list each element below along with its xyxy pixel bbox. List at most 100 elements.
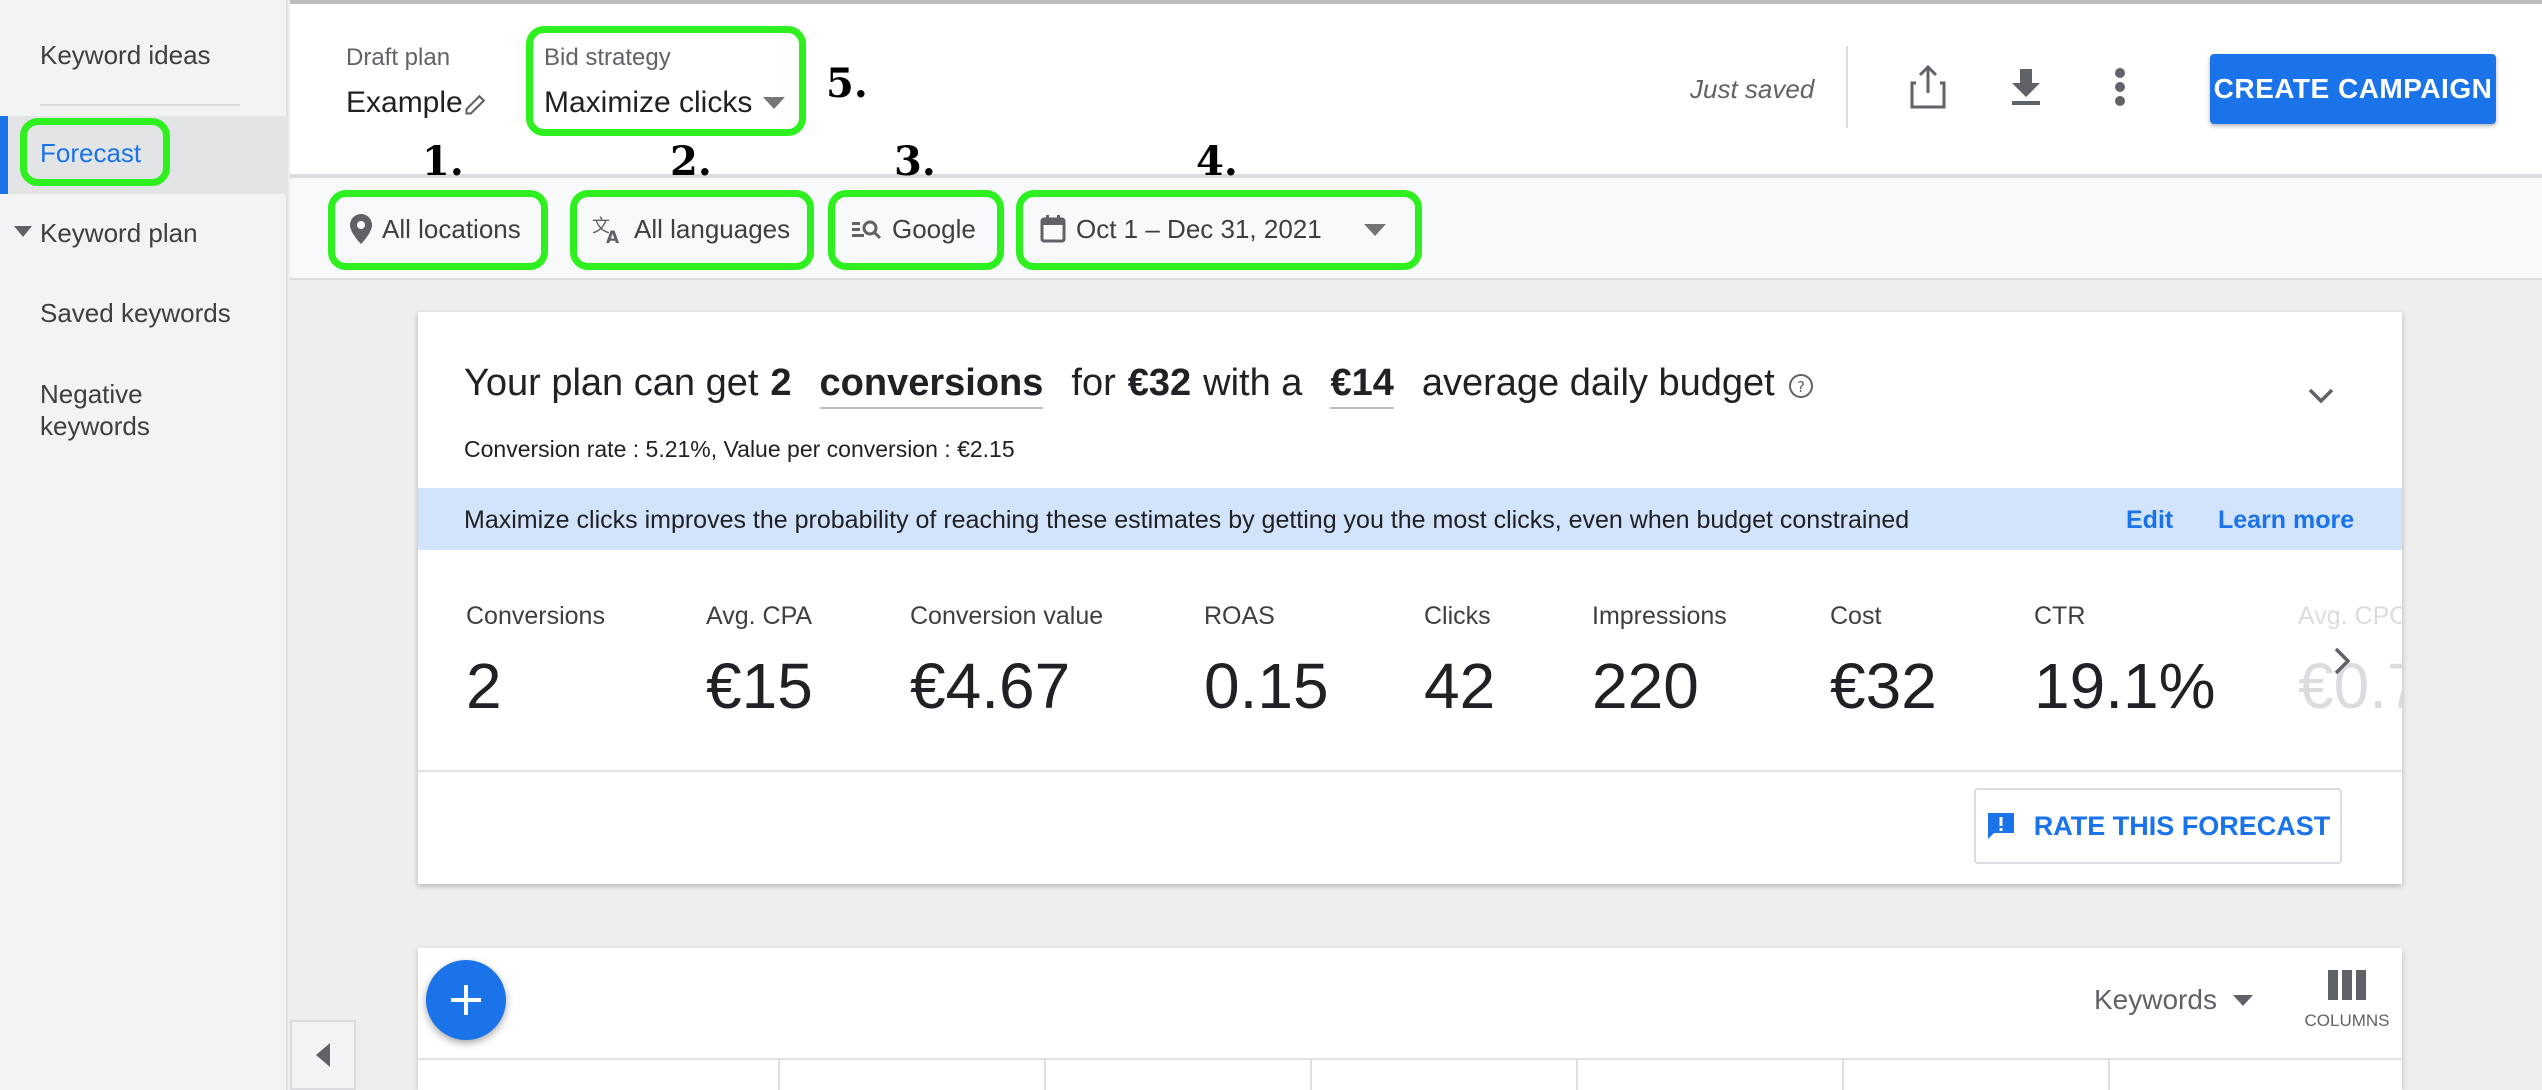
network-filter[interactable]: Google: [852, 204, 976, 254]
svg-text:A: A: [606, 228, 620, 244]
sidebar-item-negative-keywords[interactable]: Negative keywords: [40, 378, 220, 442]
sidebar-divider: [40, 104, 240, 106]
table-column-divider: [1044, 1060, 1046, 1090]
keywords-dropdown-arrow-icon: [2232, 994, 2253, 1006]
share-icon[interactable]: [1906, 62, 1950, 112]
date-range-label: Oct 1 – Dec 31, 2021: [1076, 213, 1322, 244]
columns-label: COLUMNS: [2304, 1011, 2390, 1030]
metric-label: Avg. CPA: [706, 602, 813, 630]
metric-label: Impressions: [1592, 602, 1727, 630]
metric-label: Conversions: [466, 602, 605, 630]
search-network-icon: [852, 220, 882, 240]
plan-name[interactable]: Example: [346, 86, 463, 120]
sidebar-item-keyword-plan[interactable]: Keyword plan: [40, 218, 198, 249]
network-filter-label: Google: [892, 213, 976, 244]
metric-clicks: Clicks 42: [1424, 602, 1495, 723]
metric-ctr: CTR 19.1%: [2034, 602, 2215, 723]
help-icon[interactable]: ?: [1787, 372, 1815, 400]
table-column-divider: [1842, 1060, 1844, 1090]
download-icon[interactable]: [2006, 64, 2046, 110]
location-filter-label: All locations: [382, 213, 521, 244]
chevron-right-icon[interactable]: [2332, 646, 2352, 681]
headline-budget-input[interactable]: €14: [1330, 362, 1394, 409]
metric-value: €15: [706, 650, 813, 722]
metric-value: €32: [1830, 650, 1937, 722]
sidebar-item-saved-keywords[interactable]: Saved keywords: [40, 298, 231, 329]
metric-label: Clicks: [1424, 602, 1491, 630]
table-header-line: [418, 1058, 2402, 1060]
metric-value: 19.1%: [2034, 650, 2216, 722]
location-filter[interactable]: All locations: [350, 204, 521, 254]
headline-text-1: Your plan can get: [464, 362, 759, 404]
card-divider: [418, 770, 2402, 772]
annotation-3: 3.: [894, 138, 936, 185]
svg-text:?: ?: [1797, 378, 1805, 396]
language-filter-label: All languages: [634, 213, 791, 244]
top-shadow: [290, 0, 2542, 4]
keywords-select[interactable]: Keywords: [2094, 984, 2253, 1016]
date-dropdown-arrow-icon[interactable]: [1362, 220, 1388, 240]
collapse-sidebar-button[interactable]: [290, 1020, 356, 1090]
keywords-table-card: [418, 948, 2402, 1090]
learn-more-link[interactable]: Learn more: [2218, 506, 2354, 535]
chevron-down-icon[interactable]: [2306, 386, 2336, 411]
annotation-4: 4.: [1196, 138, 1238, 185]
rate-forecast-button[interactable]: RATE THIS FORECAST: [1974, 788, 2342, 864]
metric-value: 0.15: [1204, 650, 1329, 722]
banner-text: Maximize clicks improves the probability…: [464, 506, 1910, 534]
create-campaign-button[interactable]: CREATE CAMPAIGN: [2210, 54, 2496, 124]
headline-cost: €32: [1127, 362, 1192, 404]
add-button[interactable]: [426, 960, 506, 1040]
metric-value: 42: [1424, 650, 1496, 722]
forecast-headline: Your plan can get 2 conversions for €32 …: [464, 362, 1815, 409]
annotation-5: 5.: [826, 60, 868, 107]
edit-pencil-icon[interactable]: [460, 86, 494, 120]
metric-label: Conversion value: [910, 602, 1104, 630]
metric-label: CTR: [2034, 602, 2086, 630]
columns-icon: [2328, 970, 2366, 1000]
metric-conversion-value: Conversion value €4.67: [910, 602, 1103, 723]
sidebar-item-forecast[interactable]: Forecast: [40, 138, 141, 169]
forecast-subline: Conversion rate : 5.21%, Value per conve…: [464, 436, 1015, 462]
columns-button[interactable]: COLUMNS: [2302, 970, 2392, 1031]
translate-icon: 文A: [592, 216, 620, 244]
table-column-divider: [2108, 1060, 2110, 1090]
rate-forecast-label: RATE THIS FORECAST: [2033, 810, 2331, 841]
table-column-divider: [1576, 1060, 1578, 1090]
keywords-select-label: Keywords: [2094, 984, 2217, 1015]
annotation-1: 1.: [422, 138, 464, 185]
date-range-filter[interactable]: Oct 1 – Dec 31, 2021: [1040, 204, 1322, 254]
metric-label: Avg. CPC: [2298, 602, 2402, 630]
more-vert-icon[interactable]: [2104, 64, 2136, 110]
metric-conversions: Conversions 2: [466, 602, 605, 723]
edit-link[interactable]: Edit: [2126, 506, 2173, 535]
headline-text-2: for: [1071, 362, 1116, 404]
dropdown-arrow-icon[interactable]: [760, 90, 788, 116]
metric-impressions: Impressions 220: [1592, 602, 1727, 723]
collapse-left-icon: [316, 1043, 330, 1067]
metric-value: €4.67: [910, 650, 1071, 722]
metric-value: 2: [466, 650, 502, 722]
bid-strategy-select[interactable]: Maximize clicks: [544, 86, 752, 120]
caret-down-icon[interactable]: [14, 226, 32, 237]
language-filter[interactable]: 文A All languages: [592, 204, 790, 254]
feedback-icon: [1987, 813, 2014, 839]
plus-icon: [451, 985, 481, 1015]
sidebar: Keyword ideas Forecast Keyword plan Save…: [0, 0, 288, 1090]
save-status: Just saved: [1690, 74, 1815, 104]
sidebar-item-keyword-ideas[interactable]: Keyword ideas: [40, 40, 211, 71]
table-column-divider: [778, 1060, 780, 1090]
metric-roas: ROAS 0.15: [1204, 602, 1329, 723]
plan-label: Draft plan: [346, 44, 451, 71]
location-pin-icon: [350, 214, 372, 244]
info-banner: Maximize clicks improves the probability…: [418, 488, 2402, 550]
calendar-icon: [1040, 215, 1066, 243]
forecast-card: Your plan can get 2 conversions for €32 …: [418, 312, 2402, 884]
metric-label: ROAS: [1204, 602, 1275, 630]
header-separator: [1846, 46, 1848, 128]
headline-metric-select[interactable]: conversions: [819, 362, 1044, 409]
headline-text-3: with a: [1203, 362, 1303, 404]
metric-label: Cost: [1830, 602, 1882, 630]
headline-count: 2: [770, 362, 792, 404]
metric-cost: Cost €32: [1830, 602, 1937, 723]
